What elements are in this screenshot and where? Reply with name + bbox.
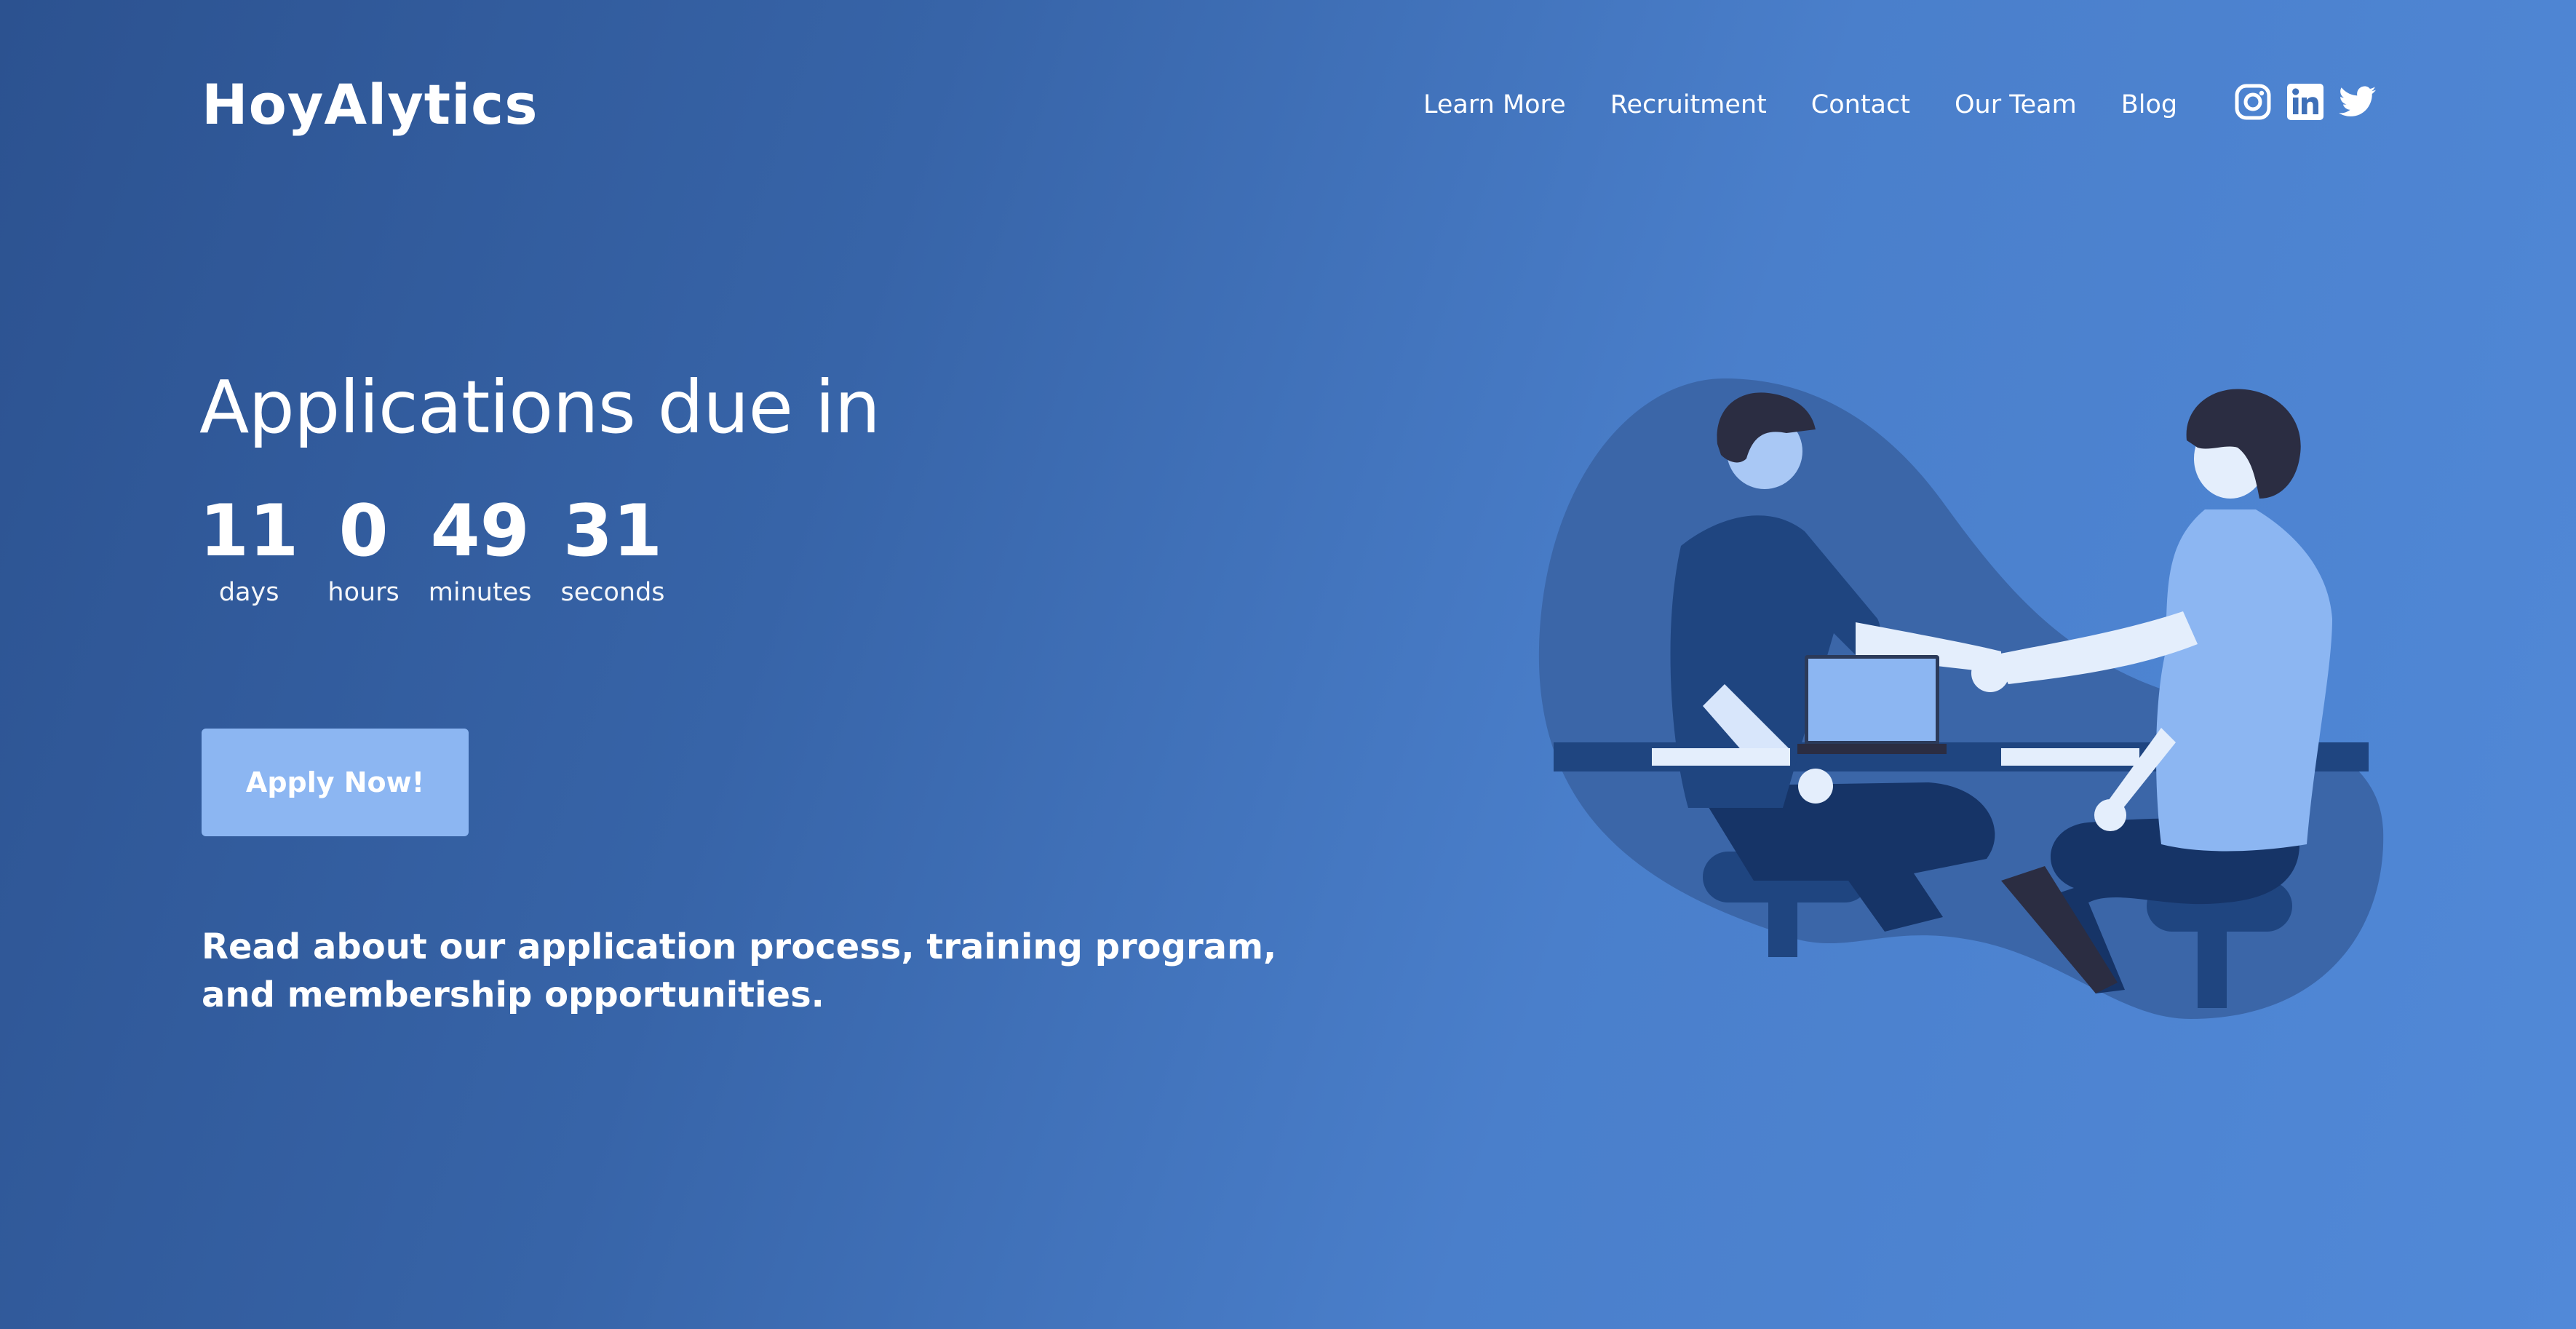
social-links	[2234, 83, 2377, 121]
brand-logo[interactable]: HoyAlytics	[202, 70, 538, 140]
instagram-icon[interactable]	[2234, 83, 2272, 121]
nav-link-our-team[interactable]: Our Team	[1955, 90, 2077, 119]
nav-link-recruitment[interactable]: Recruitment	[1610, 90, 1767, 119]
page-title: Applications due in	[199, 365, 880, 450]
countdown-minutes: 49 minutes	[429, 489, 532, 608]
countdown-days-value: 11	[199, 490, 299, 573]
apply-now-button[interactable]: Apply Now!	[202, 729, 469, 836]
twitter-icon[interactable]	[2339, 83, 2377, 121]
main-nav: Learn More Recruitment Contact Our Team …	[1423, 84, 2177, 125]
hero-description: Read about our application process, trai…	[202, 927, 1277, 1015]
countdown-seconds-value: 31	[562, 490, 663, 573]
countdown-days: 11 days	[199, 489, 298, 608]
countdown-timer: 11 days 0 hours 49 minutes 31 seconds	[199, 489, 665, 608]
countdown-hours: 0 hours	[327, 489, 399, 608]
linkedin-icon[interactable]	[2286, 83, 2324, 121]
nav-link-contact[interactable]: Contact	[1811, 90, 1910, 119]
countdown-minutes-value: 49	[430, 490, 530, 573]
countdown-hours-label: hours	[327, 578, 399, 607]
handshake-illustration	[1538, 378, 2384, 1019]
nav-link-blog[interactable]: Blog	[2121, 90, 2177, 119]
nav-link-learn-more[interactable]: Learn More	[1423, 90, 1566, 119]
countdown-days-label: days	[218, 578, 279, 607]
countdown-hours-value: 0	[338, 490, 389, 573]
countdown-minutes-label: minutes	[428, 578, 532, 607]
countdown-seconds-label: seconds	[560, 578, 665, 607]
countdown-seconds: 31 seconds	[560, 489, 664, 608]
